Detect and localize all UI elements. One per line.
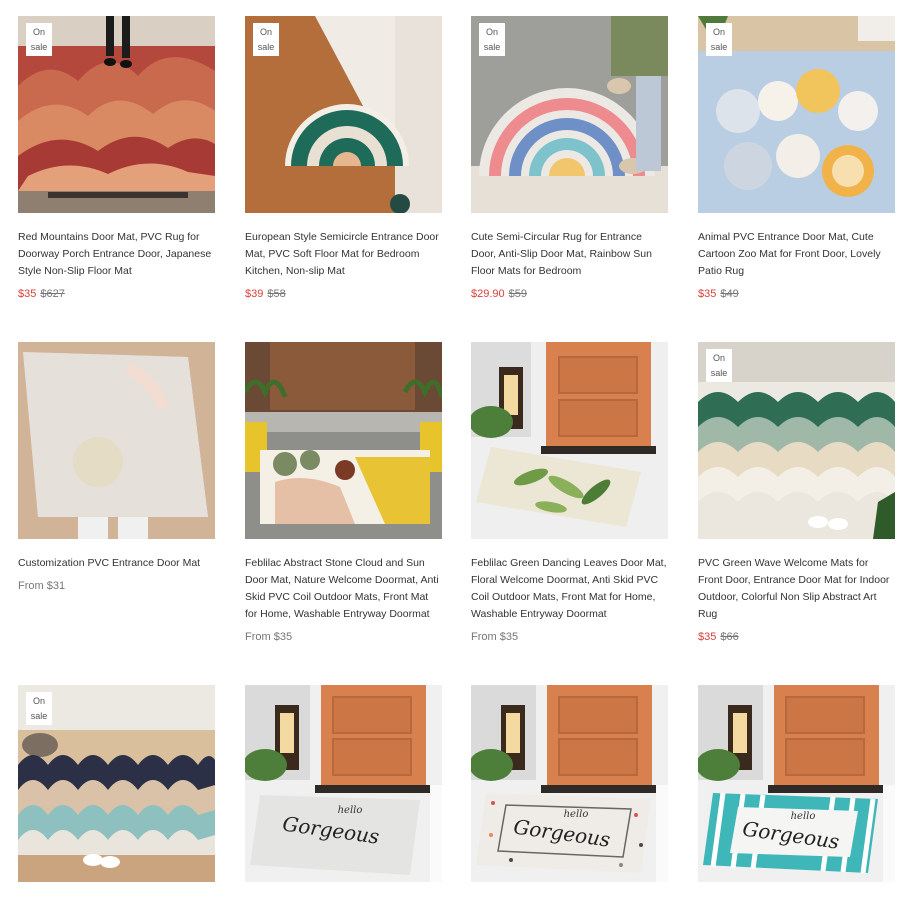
abstract-stone-mat-image — [245, 342, 442, 539]
product-image-hello-gorgeous-grey[interactable]: hello Gorgeous — [245, 685, 442, 882]
custom-pvc-mat-image — [18, 342, 215, 539]
product-price: $29.90 $59 — [471, 287, 668, 301]
product-title[interactable]: Animal PVC Entrance Door Mat, Cute Carto… — [698, 229, 895, 280]
sale-price: $35 — [698, 288, 717, 300]
product-image-animal-mat[interactable]: On sale — [698, 16, 895, 213]
product-price: From $31 — [18, 579, 215, 593]
compare-at-price: $66 — [720, 631, 739, 643]
from-price: From $35 — [471, 631, 519, 643]
product-image-hello-gorgeous-stripe[interactable]: hello Gorgeous — [698, 685, 895, 882]
product-title[interactable]: Cute Semi-Circular Rug for Entrance Door… — [471, 229, 668, 280]
product-card: On sale Red Mountains Door Mat, PVC Rug … — [18, 16, 215, 301]
product-image-green-wave[interactable]: On sale — [698, 342, 895, 539]
product-card: On sale Cute Semi-Circular Rug for Entra… — [471, 16, 668, 301]
product-image-abstract-stone[interactable] — [245, 342, 442, 539]
product-price: From $35 — [471, 630, 668, 644]
on-sale-badge: On sale — [706, 23, 732, 56]
sale-price: $39 — [245, 288, 264, 300]
on-sale-badge: On sale — [706, 349, 732, 382]
product-card: Feblilac Green Dancing Leaves Door Mat, … — [471, 342, 668, 644]
product-card: On sale PVC Green Wave Welcome Mats for … — [698, 342, 895, 644]
sale-price: $29.90 — [471, 288, 505, 300]
hello-gorgeous-stripe-mat-image: hello Gorgeous — [698, 685, 895, 882]
product-price: $35 $66 — [698, 630, 895, 644]
product-card: hello Gorgeous — [471, 685, 668, 882]
mat-hello-text: hello — [338, 805, 363, 816]
product-card: On sale — [18, 685, 215, 882]
product-card: On sale European Style Semicircle Entran… — [245, 16, 442, 301]
sale-price: $35 — [18, 288, 37, 300]
from-price: From $35 — [245, 631, 293, 643]
product-price: From $35 — [245, 630, 442, 644]
mat-hello-text: hello — [564, 809, 589, 820]
product-image-red-mountains[interactable]: On sale — [18, 16, 215, 213]
mat-hello-text: hello — [791, 811, 816, 822]
product-price: $35 $627 — [18, 287, 215, 301]
product-title[interactable]: Customization PVC Entrance Door Mat — [18, 555, 215, 572]
product-card: hello Gorgeous — [245, 685, 442, 882]
compare-at-price: $58 — [267, 288, 286, 300]
product-price: $35 $49 — [698, 287, 895, 301]
compare-at-price: $627 — [40, 288, 65, 300]
product-card: On sale Animal PVC Entrance Door Mat, Cu… — [698, 16, 895, 301]
on-sale-badge: On sale — [26, 692, 52, 725]
green-leaves-mat-image — [471, 342, 668, 539]
product-title[interactable]: European Style Semicircle Entrance Door … — [245, 229, 442, 280]
product-image-hello-gorgeous-confetti[interactable]: hello Gorgeous — [471, 685, 668, 882]
on-sale-badge: On sale — [479, 23, 505, 56]
product-title[interactable]: Red Mountains Door Mat, PVC Rug for Door… — [18, 229, 215, 280]
on-sale-badge: On sale — [253, 23, 279, 56]
product-image-scallop-mat[interactable]: On sale — [18, 685, 215, 882]
from-price: From $31 — [18, 580, 66, 592]
product-image-european-semicircle[interactable]: On sale — [245, 16, 442, 213]
sale-price: $35 — [698, 631, 717, 643]
product-card: Feblilac Abstract Stone Cloud and Sun Do… — [245, 342, 442, 644]
product-card: Customization PVC Entrance Door Mat From… — [18, 342, 215, 593]
on-sale-badge: On sale — [26, 23, 52, 56]
compare-at-price: $59 — [508, 288, 528, 300]
product-image-rainbow-rug[interactable]: On sale — [471, 16, 668, 213]
product-image-green-leaves[interactable] — [471, 342, 668, 539]
compare-at-price: $49 — [720, 288, 739, 300]
product-title[interactable]: Feblilac Green Dancing Leaves Door Mat, … — [471, 555, 668, 623]
hello-gorgeous-grey-mat-image: hello Gorgeous — [245, 685, 442, 882]
product-image-customization[interactable] — [18, 342, 215, 539]
hello-gorgeous-confetti-mat-image: hello Gorgeous — [471, 685, 668, 882]
product-price: $39 $58 — [245, 287, 442, 301]
product-card: hello Gorgeous — [698, 685, 895, 882]
product-title[interactable]: Feblilac Abstract Stone Cloud and Sun Do… — [245, 555, 442, 623]
product-title[interactable]: PVC Green Wave Welcome Mats for Front Do… — [698, 555, 895, 623]
